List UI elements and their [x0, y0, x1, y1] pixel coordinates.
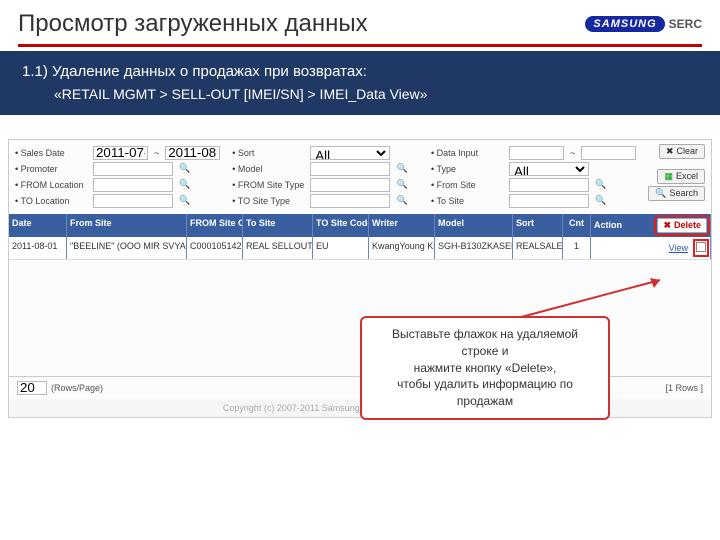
callout-line3: чтобы удалить информацию по продажам: [372, 376, 598, 410]
sort-select[interactable]: All: [310, 146, 390, 160]
subheader: 1.1) Удаление данных о продажах при возв…: [0, 51, 720, 115]
row-checkbox[interactable]: [696, 242, 706, 252]
rows-per-page-input[interactable]: [17, 381, 47, 395]
from-site-label: From Site: [431, 180, 503, 190]
col-from-site-code: FROM Site Code: [187, 214, 243, 237]
col-action: Action ✖ Delete: [591, 214, 711, 237]
cell-from-site-code: C000105142: [187, 237, 243, 259]
cell-date: 2011-08-01: [9, 237, 67, 259]
callout-line2: нажмите кнопку «Delete»,: [372, 360, 598, 377]
data-input-to[interactable]: [581, 146, 636, 160]
cell-action: View: [591, 237, 711, 259]
to-site-type-input[interactable]: [310, 194, 390, 208]
cell-sort: REALSALES: [513, 237, 563, 259]
date-range-tilde: ~: [154, 148, 159, 158]
search-icon[interactable]: 🔍: [595, 179, 607, 191]
to-site-input[interactable]: [509, 194, 589, 208]
to-site-label: To Site: [431, 196, 503, 206]
sales-date-label: Sales Date: [15, 148, 87, 158]
samsung-logo: SAMSUNG: [585, 16, 664, 32]
search-button[interactable]: 🔍Search: [648, 186, 705, 201]
to-location-input[interactable]: [93, 194, 173, 208]
col-sort: Sort: [513, 214, 563, 237]
to-site-type-label: TO Site Type: [232, 196, 304, 206]
model-input[interactable]: [310, 162, 390, 176]
row-checkbox-highlight: [695, 241, 707, 255]
from-site-type-input[interactable]: [310, 178, 390, 192]
search-icon[interactable]: 🔍: [179, 179, 191, 191]
excel-icon: ▦: [664, 171, 673, 182]
sales-date-to[interactable]: [165, 146, 220, 160]
table-row: 2011-08-01 "BEELINE" (OOO MIR SVYAZI PLU…: [9, 237, 711, 260]
sales-date-from[interactable]: [93, 146, 148, 160]
col-from-site: From Site: [67, 214, 187, 237]
cell-to-site-code: EU: [313, 237, 369, 259]
from-site-type-label: FROM Site Type: [232, 180, 304, 190]
col-writer: Writer: [369, 214, 435, 237]
search-icon: 🔍: [655, 188, 666, 199]
excel-button[interactable]: ▦Excel: [657, 169, 705, 184]
serc-label: SERC: [669, 17, 702, 31]
subheader-path: «RETAIL MGMT > SELL-OUT [IMEI/SN] > IMEI…: [22, 84, 698, 105]
search-icon[interactable]: 🔍: [179, 163, 191, 175]
col-to-site-code: TO Site Code: [313, 214, 369, 237]
type-select[interactable]: All: [509, 162, 589, 176]
total-rows: [1 Rows ]: [665, 383, 703, 393]
rows-per-page-label: (Rows/Page): [51, 383, 103, 393]
cell-to-site: REAL SELLOUT: [243, 237, 313, 259]
search-icon[interactable]: 🔍: [179, 195, 191, 207]
search-icon[interactable]: 🔍: [396, 179, 408, 191]
cell-writer: KwangYoung Kim: [369, 237, 435, 259]
data-input-label: Data Input: [431, 148, 503, 158]
date-range-tilde: ~: [570, 148, 575, 158]
from-site-input[interactable]: [509, 178, 589, 192]
slide-title: Просмотр загруженных данных: [18, 10, 368, 38]
table-header-row: Date From Site FROM Site Code To Site TO…: [9, 214, 711, 237]
cell-model: SGH-B130ZKASER: [435, 237, 513, 259]
model-label: Model: [232, 164, 304, 174]
clear-icon: ✖: [666, 146, 674, 157]
brand-block: SAMSUNG SERC: [585, 16, 702, 32]
delete-button[interactable]: ✖ Delete: [657, 218, 707, 233]
col-model: Model: [435, 214, 513, 237]
data-input-from[interactable]: [509, 146, 564, 160]
col-date: Date: [9, 214, 67, 237]
search-icon[interactable]: 🔍: [396, 163, 408, 175]
promoter-input[interactable]: [93, 162, 173, 176]
cell-cnt: 1: [563, 237, 591, 259]
view-link[interactable]: View: [669, 243, 688, 253]
search-icon[interactable]: 🔍: [595, 195, 607, 207]
sort-label: Sort: [232, 148, 304, 158]
from-location-label: FROM Location: [15, 180, 87, 190]
search-icon[interactable]: 🔍: [396, 195, 408, 207]
callout-box: Выставьте флажок на удаляемой строке и н…: [360, 316, 610, 420]
filter-panel: Sales Date ~ Promoter 🔍 FROM Location 🔍 …: [9, 140, 711, 214]
slide-header: Просмотр загруженных данных SAMSUNG SERC: [0, 0, 720, 51]
col-to-site: To Site: [243, 214, 313, 237]
subheader-line1: 1.1) Удаление данных о продажах при возв…: [22, 63, 367, 80]
promoter-label: Promoter: [15, 164, 87, 174]
callout-line1: Выставьте флажок на удаляемой строке и: [372, 326, 598, 360]
to-location-label: TO Location: [15, 196, 87, 206]
from-location-input[interactable]: [93, 178, 173, 192]
cell-from-site: "BEELINE" (OOO MIR SVYAZI PLUS): [67, 237, 187, 259]
col-cnt: Cnt: [563, 214, 591, 237]
type-label: Type: [431, 164, 503, 174]
clear-button[interactable]: ✖Clear: [659, 144, 705, 159]
divider: [18, 44, 702, 47]
